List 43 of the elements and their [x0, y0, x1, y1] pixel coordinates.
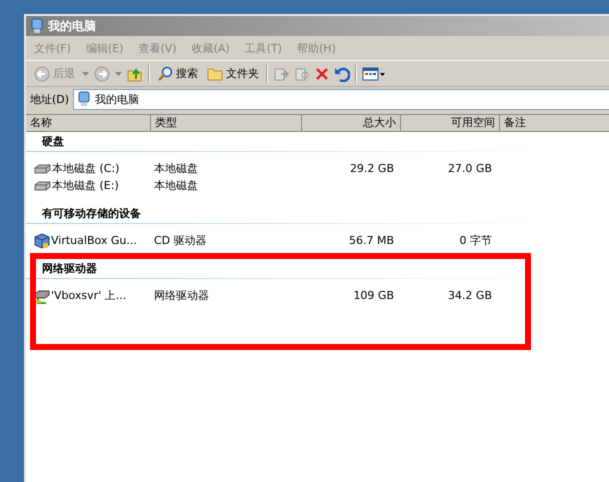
- drive-name[interactable]: 本地磁盘 (C:): [52, 161, 120, 176]
- copy-to-icon[interactable]: [294, 66, 310, 82]
- search-icon: [157, 66, 173, 82]
- address-field[interactable]: 我的电脑: [73, 88, 609, 110]
- cube-icon: [34, 232, 50, 248]
- column-header[interactable]: 类型: [151, 115, 302, 131]
- folders-button[interactable]: 文件夹: [205, 66, 261, 81]
- total-size: 56.7 MB: [348, 234, 395, 247]
- undo-icon[interactable]: [334, 66, 350, 82]
- drive-name[interactable]: VirtualBox Gu...: [51, 234, 137, 247]
- move-to-icon[interactable]: [273, 66, 289, 82]
- caret-icon[interactable]: [115, 72, 122, 76]
- folder-up-icon[interactable]: [127, 66, 143, 82]
- free-space: 27.0 GB: [446, 162, 493, 175]
- total-size: 29.2 GB: [348, 162, 395, 175]
- network-drive-icon: [34, 288, 50, 304]
- folder-icon: [207, 66, 223, 80]
- hard-disk-icon: [34, 180, 51, 190]
- drive-type: CD 驱动器: [153, 233, 208, 248]
- free-space: 34.2 GB: [446, 289, 493, 302]
- caret-icon[interactable]: [82, 72, 89, 76]
- drive-type: 本地磁盘: [153, 178, 199, 193]
- delete-icon[interactable]: [315, 66, 329, 80]
- computer-icon: [30, 18, 44, 34]
- column-header[interactable]: 备注: [500, 115, 609, 131]
- drive-name[interactable]: 本地磁盘 (E:): [52, 178, 119, 193]
- drive-type: 网络驱动器: [153, 288, 210, 303]
- free-space: 0 字节: [458, 233, 493, 248]
- address-label: 地址(D): [30, 92, 70, 106]
- hard-disk-icon: [34, 164, 51, 174]
- drive-name[interactable]: 'Vboxsvr' 上...: [51, 288, 126, 303]
- search-button[interactable]: 搜索: [155, 66, 200, 82]
- drive-type: 本地磁盘: [153, 161, 199, 176]
- column-header[interactable]: 可用空间: [401, 115, 500, 131]
- group-header: 硬盘: [40, 134, 65, 150]
- computer-icon: [77, 91, 92, 107]
- views-icon[interactable]: [362, 66, 386, 82]
- column-header[interactable]: 名称: [26, 115, 151, 131]
- group-header: 有可移动存储的设备: [40, 206, 142, 222]
- column-header[interactable]: 总大小: [302, 115, 401, 131]
- group-header: 网络驱动器: [41, 261, 98, 277]
- total-size: 109 GB: [352, 289, 395, 302]
- window-title: 我的电脑: [48, 18, 96, 34]
